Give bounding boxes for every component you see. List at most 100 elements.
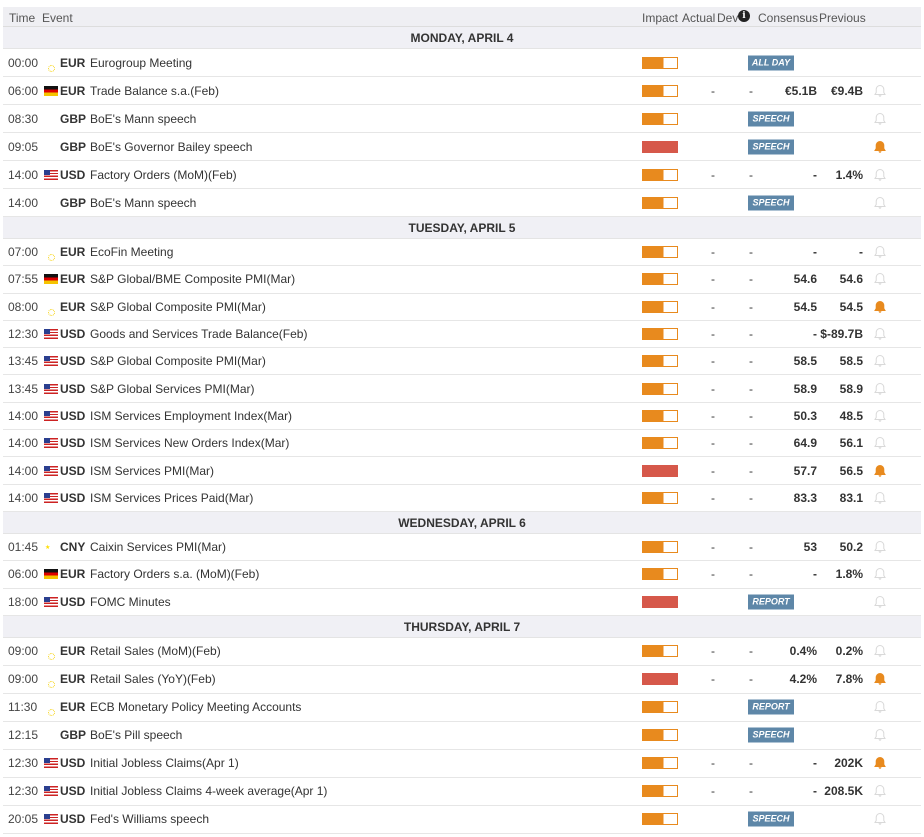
table-row[interactable]: 08:00 EUR S&P Global Composite PMI(Mar) …	[3, 293, 921, 321]
bell-active-icon[interactable]	[873, 300, 887, 314]
bell-active-icon[interactable]	[873, 140, 887, 154]
event-time: 11:30	[8, 700, 38, 715]
bell-icon[interactable]	[873, 644, 887, 658]
event-name[interactable]: BoE's Pill speech	[90, 728, 182, 742]
flag-us-icon	[44, 596, 58, 607]
event-name[interactable]: Retail Sales (MoM)(Feb)	[90, 644, 221, 658]
table-row[interactable]: 06:00 EUR Factory Orders s.a. (MoM)(Feb)…	[3, 561, 921, 589]
event-name[interactable]: Eurogroup Meeting	[90, 56, 192, 70]
bell-icon[interactable]	[873, 728, 887, 742]
impact-medium-indicator	[642, 409, 678, 422]
bell-icon[interactable]	[873, 196, 887, 210]
bell-active-icon[interactable]	[873, 672, 887, 686]
event-name[interactable]: S&P Global/BME Composite PMI(Mar)	[90, 272, 295, 286]
table-row[interactable]: 00:00 EUR Eurogroup Meeting ALL DAY	[3, 49, 921, 77]
bell-icon[interactable]	[873, 700, 887, 714]
table-row[interactable]: 07:55 EUR S&P Global/BME Composite PMI(M…	[3, 266, 921, 294]
table-row[interactable]: 14:00 USD ISM Services New Orders Index(…	[3, 430, 921, 458]
actual-value: -	[711, 784, 715, 799]
table-row[interactable]: 08:30 GBP BoE's Mann speech SPEECH	[3, 105, 921, 133]
bell-icon[interactable]	[873, 245, 887, 259]
bell-icon[interactable]	[873, 382, 887, 396]
event-name[interactable]: Trade Balance s.a.(Feb)	[90, 84, 219, 98]
table-row[interactable]: 13:45 USD S&P Global Services PMI(Mar) -…	[3, 375, 921, 403]
bell-icon[interactable]	[873, 354, 887, 368]
event-name[interactable]: BoE's Mann speech	[90, 112, 196, 126]
event-type-badge: ALL DAY	[748, 55, 794, 70]
event-time: 09:00	[8, 672, 39, 687]
bell-icon[interactable]	[873, 595, 887, 609]
event-name[interactable]: S&P Global Services PMI(Mar)	[90, 382, 255, 396]
consensus-value: -	[813, 567, 817, 582]
event-name[interactable]: Factory Orders s.a. (MoM)(Feb)	[90, 567, 259, 581]
table-row[interactable]: 14:00 USD ISM Services PMI(Mar) - - 57.7…	[3, 457, 921, 485]
table-row[interactable]: 12:30 USD Goods and Services Trade Balan…	[3, 320, 921, 349]
bell-active-icon[interactable]	[873, 756, 887, 770]
bell-icon[interactable]	[873, 84, 887, 98]
event-name[interactable]: EcoFin Meeting	[90, 245, 173, 259]
bell-icon[interactable]	[873, 168, 887, 182]
bell-icon[interactable]	[873, 784, 887, 798]
table-row[interactable]: 18:00 USD FOMC Minutes REPORT	[3, 588, 921, 616]
table-row[interactable]: 14:00 GBP BoE's Mann speech SPEECH	[3, 189, 921, 217]
table-row[interactable]: 01:45 CNY Caixin Services PMI(Mar) - - 5…	[3, 533, 921, 562]
consensus-value: 54.6	[793, 272, 817, 287]
bell-icon[interactable]	[873, 272, 887, 286]
bell-icon[interactable]	[873, 540, 887, 554]
actual-value: -	[711, 540, 715, 555]
event-name[interactable]: S&P Global Composite PMI(Mar)	[90, 300, 266, 314]
actual-value: -	[711, 408, 715, 423]
actual-value: -	[711, 756, 715, 771]
table-row[interactable]: 20:05 USD Fed's Williams speech SPEECH	[3, 805, 921, 834]
table-row[interactable]: 11:30 EUR ECB Monetary Policy Meeting Ac…	[3, 693, 921, 722]
actual-value: -	[711, 167, 715, 182]
table-row[interactable]: 09:05 GBP BoE's Governor Bailey speech S…	[3, 133, 921, 161]
event-name[interactable]: Initial Jobless Claims(Apr 1)	[90, 756, 239, 770]
event-name[interactable]: ECB Monetary Policy Meeting Accounts	[90, 700, 301, 714]
currency: EUR	[60, 299, 86, 314]
table-row[interactable]: 12:15 GBP BoE's Pill speech SPEECH	[3, 721, 921, 750]
table-row[interactable]: 09:00 EUR Retail Sales (YoY)(Feb) - - 4.…	[3, 665, 921, 694]
table-row[interactable]: 07:00 EUR EcoFin Meeting - - - -	[3, 239, 921, 267]
bell-icon[interactable]	[873, 409, 887, 423]
event-name[interactable]: Retail Sales (YoY)(Feb)	[90, 672, 216, 686]
actual-value: -	[711, 672, 715, 687]
table-row[interactable]: 13:45 USD S&P Global Composite PMI(Mar) …	[3, 348, 921, 376]
info-icon[interactable]: i	[738, 10, 750, 22]
event-name[interactable]: BoE's Mann speech	[90, 196, 196, 210]
table-row[interactable]: 14:00 USD ISM Services Employment Index(…	[3, 402, 921, 431]
table-row[interactable]: 14:00 USD Factory Orders (MoM)(Feb) - - …	[3, 161, 921, 189]
bell-icon[interactable]	[873, 112, 887, 126]
bell-icon[interactable]	[873, 812, 887, 826]
consensus-value: 83.3	[793, 490, 817, 505]
table-row[interactable]: 14:00 USD ISM Services Prices Paid(Mar) …	[3, 484, 921, 512]
bell-icon[interactable]	[873, 327, 887, 341]
flag-de-icon	[44, 274, 58, 285]
event-name[interactable]: ISM Services Employment Index(Mar)	[90, 409, 292, 423]
table-row[interactable]: 12:30 USD Initial Jobless Claims 4-week …	[3, 777, 921, 806]
event-time: 14:00	[8, 167, 39, 182]
event-name[interactable]: Goods and Services Trade Balance(Feb)	[90, 327, 307, 341]
event-name[interactable]: ISM Services New Orders Index(Mar)	[90, 436, 289, 450]
table-row[interactable]: 09:00 EUR Retail Sales (MoM)(Feb) - - 0.…	[3, 637, 921, 666]
event-name[interactable]: ISM Services Prices Paid(Mar)	[90, 491, 253, 505]
event-time: 00:00	[8, 55, 39, 70]
table-row[interactable]: 12:30 USD Initial Jobless Claims(Apr 1) …	[3, 749, 921, 778]
deviation-value: -	[749, 408, 753, 423]
event-time: 08:30	[8, 111, 39, 126]
table-row[interactable]: 06:00 EUR Trade Balance s.a.(Feb) - - €5…	[3, 77, 921, 105]
event-name[interactable]: BoE's Governor Bailey speech	[90, 140, 252, 154]
bell-icon[interactable]	[873, 436, 887, 450]
event-name[interactable]: Fed's Williams speech	[90, 812, 209, 826]
actual-value: -	[711, 272, 715, 287]
bell-icon[interactable]	[873, 567, 887, 581]
event-name[interactable]: S&P Global Composite PMI(Mar)	[90, 354, 266, 368]
event-name[interactable]: Caixin Services PMI(Mar)	[90, 540, 226, 554]
event-name[interactable]: ISM Services PMI(Mar)	[90, 464, 214, 478]
event-name[interactable]: Initial Jobless Claims 4-week average(Ap…	[90, 784, 327, 798]
event-name[interactable]: FOMC Minutes	[90, 595, 171, 609]
bell-active-icon[interactable]	[873, 464, 887, 478]
bell-icon[interactable]	[873, 491, 887, 505]
col-consensus: Consensus	[758, 11, 819, 25]
event-name[interactable]: Factory Orders (MoM)(Feb)	[90, 168, 237, 182]
